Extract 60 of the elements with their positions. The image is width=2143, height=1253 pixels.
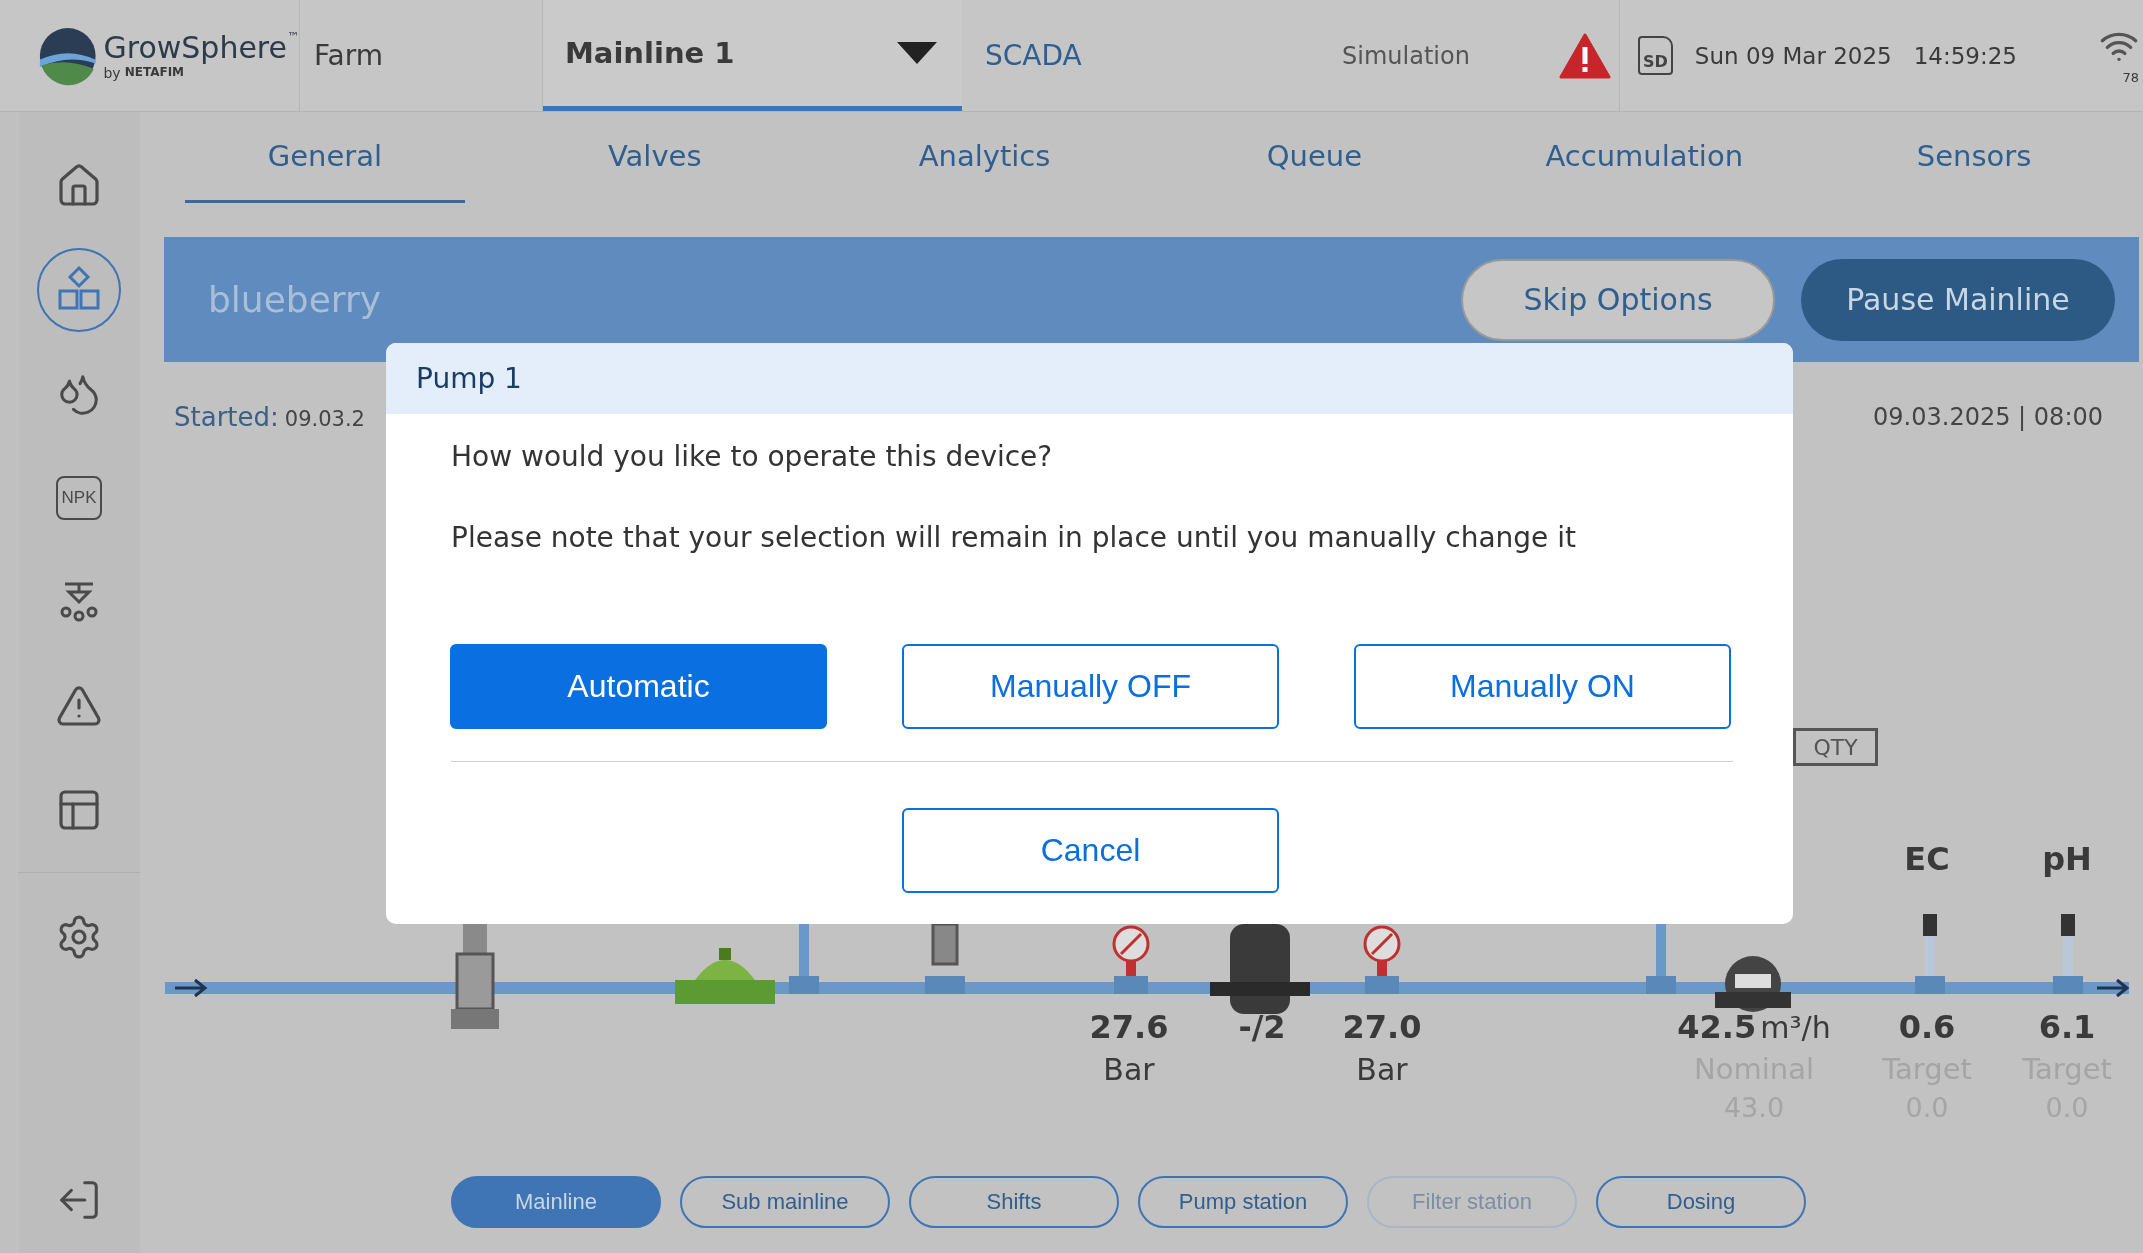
section-tab[interactable]: Shifts bbox=[909, 1176, 1119, 1228]
flow-arrow-icon bbox=[2095, 978, 2131, 998]
tab[interactable]: Queue bbox=[1174, 112, 1455, 203]
section-tab[interactable]: Dosing bbox=[1596, 1176, 1806, 1228]
reading-unit: Bar bbox=[1103, 1052, 1155, 1087]
flow-arrow-icon bbox=[173, 978, 209, 998]
reading-unit: Bar bbox=[1356, 1052, 1408, 1087]
options-button[interactable]: Skip Options bbox=[1461, 258, 1775, 341]
section-tab[interactable]: Mainline bbox=[451, 1176, 661, 1228]
signal-value: 78 bbox=[2122, 70, 2139, 85]
end-time: 09.03.2025 | 08:00 bbox=[1873, 403, 2103, 431]
view-label: SCADA bbox=[985, 39, 1082, 72]
reading-value: 6.1 bbox=[2038, 1008, 2096, 1046]
tab[interactable]: Valves bbox=[514, 112, 795, 203]
reading-value: -/2 bbox=[1238, 1008, 1286, 1046]
sensor-label: pH bbox=[2041, 840, 2093, 878]
logo-brand: NETAFIM bbox=[124, 65, 185, 81]
section-tab[interactable]: Sub mainline bbox=[680, 1176, 890, 1228]
program-title: blueberry bbox=[208, 279, 383, 320]
reading-unit: m³/h bbox=[1760, 1010, 1831, 1045]
sidebar-item[interactable]: NPK bbox=[37, 456, 121, 540]
alert-icon[interactable] bbox=[1558, 32, 1611, 79]
tab[interactable]: Sensors bbox=[1834, 112, 2114, 203]
reading-value: 0.6 bbox=[1898, 1008, 1956, 1046]
tab[interactable]: General bbox=[185, 112, 465, 203]
dialog-title: Pump 1 bbox=[386, 343, 1793, 414]
caret-icon bbox=[897, 42, 937, 64]
farm-label: Farm bbox=[314, 39, 383, 72]
flow-meter-drawing[interactable] bbox=[1715, 954, 1791, 1014]
mode-option-button[interactable]: Automatic bbox=[450, 644, 827, 729]
tab[interactable]: Analytics bbox=[844, 112, 1125, 203]
cancel-button[interactable]: Cancel bbox=[902, 808, 1279, 893]
npk-bag-icon: NPK bbox=[55, 476, 103, 520]
sd-card-icon: SD bbox=[1638, 36, 1673, 75]
ph-probe-drawing[interactable] bbox=[2053, 914, 2083, 994]
mainline-dropdown[interactable]: Mainline 1 bbox=[543, 0, 962, 111]
pause-button[interactable]: Pause Mainline bbox=[1801, 258, 2115, 341]
started-value: 09.03.2 bbox=[284, 407, 365, 431]
ec-probe-drawing[interactable] bbox=[1915, 914, 1945, 994]
qty-label[interactable]: QTY bbox=[1793, 728, 1878, 766]
started-label: Started: bbox=[174, 402, 279, 432]
tab[interactable]: Accumulation bbox=[1504, 112, 1785, 203]
mode-label: Simulation bbox=[1342, 41, 1470, 70]
filter-drawing[interactable] bbox=[1210, 924, 1310, 1014]
time-label: 14:59:25 bbox=[1913, 42, 2017, 69]
section-tab[interactable]: Pump station bbox=[1138, 1176, 1348, 1228]
logo-name: GrowSphere bbox=[103, 30, 287, 65]
trademark-sign: ™ bbox=[287, 30, 299, 46]
mode-option-button[interactable]: Manually OFF bbox=[902, 644, 1279, 729]
sidebar-item[interactable] bbox=[37, 248, 121, 332]
dialog-question: How would you like to operate this device? bbox=[451, 440, 1054, 473]
mode-option-button[interactable]: Manually ON bbox=[1354, 644, 1731, 729]
dialog-note: Please note that your selection will remain in place until you manually change it bbox=[451, 521, 1577, 554]
sensor-drawing[interactable] bbox=[925, 924, 965, 994]
sensor-label: EC bbox=[1903, 840, 1951, 878]
logo-by: by bbox=[103, 65, 121, 81]
reading-value: 27.0 bbox=[1342, 1008, 1422, 1046]
date-label: Sun 09 Mar 2025 bbox=[1694, 42, 1892, 69]
reading-value: 27.6 bbox=[1089, 1008, 1169, 1046]
reading-value: 42.5 bbox=[1677, 1008, 1757, 1046]
